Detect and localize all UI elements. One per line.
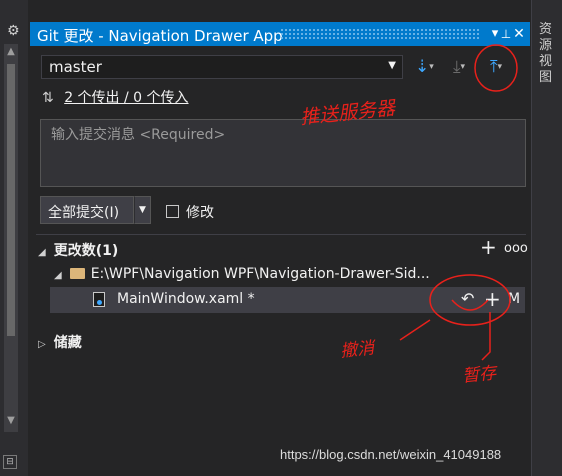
- annotation-marks: [399, 44, 518, 361]
- undo-circle: [429, 274, 511, 326]
- stage-annotation: 暂存: [461, 363, 498, 387]
- stage-pointer: [481, 312, 491, 361]
- undo-swirl: [451, 299, 489, 311]
- undo-annotation: 撤消: [339, 338, 376, 362]
- undo-pointer: [399, 319, 431, 341]
- watermark: https://blog.csdn.net/weixin_41049188: [280, 447, 502, 462]
- push-circle: [474, 44, 518, 92]
